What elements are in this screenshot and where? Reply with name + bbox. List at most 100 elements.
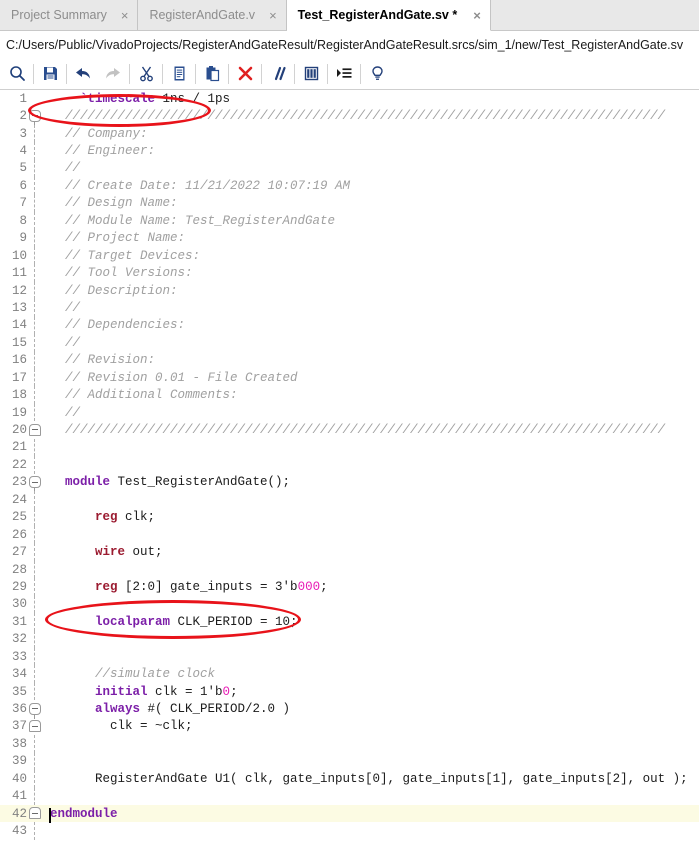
fold-toggle-icon[interactable]	[28, 702, 41, 719]
fold-gutter[interactable]	[27, 648, 44, 666]
fold-gutter[interactable]	[27, 543, 44, 561]
fold-gutter[interactable]	[27, 299, 44, 317]
code-line[interactable]: 2 //////////////////////////////////////…	[0, 107, 699, 126]
code-line[interactable]: 10 // Target Devices:	[0, 246, 699, 265]
fold-gutter[interactable]	[27, 316, 44, 335]
code-line[interactable]: 30	[0, 595, 699, 614]
code-line[interactable]: 39	[0, 752, 699, 771]
code-line[interactable]: 42 endmodule	[0, 804, 699, 823]
code-line[interactable]: 12 // Description:	[0, 281, 699, 300]
save-icon[interactable]	[35, 59, 65, 89]
fold-toggle-icon[interactable]	[28, 109, 41, 126]
code-line[interactable]: 33	[0, 648, 699, 666]
fold-gutter[interactable]	[27, 770, 44, 788]
code-line[interactable]: 38	[0, 735, 699, 753]
code-line[interactable]: 29 reg [2:0] gate_inputs = 3'b000;	[0, 578, 699, 596]
fold-gutter[interactable]	[27, 735, 44, 753]
code-line[interactable]: 14 // Dependencies:	[0, 316, 699, 335]
code-line[interactable]: 37 clk = ~clk;	[0, 718, 699, 735]
fold-gutter[interactable]	[27, 630, 44, 648]
code-line[interactable]: 15 //	[0, 334, 699, 352]
search-icon[interactable]	[2, 59, 32, 89]
fold-gutter[interactable]	[27, 752, 44, 771]
code-line[interactable]: 5 //	[0, 159, 699, 178]
code-line[interactable]: 9 // Project Name:	[0, 229, 699, 247]
editor-tab-active[interactable]: Test_RegisterAndGate.sv * ×	[286, 0, 491, 31]
fold-gutter[interactable]	[27, 264, 44, 282]
code-line[interactable]: 41	[0, 787, 699, 805]
fold-toggle-icon[interactable]	[28, 720, 41, 733]
code-line[interactable]: 31 localparam CLK_PERIOD = 10;	[0, 613, 699, 631]
code-line[interactable]: 19 //	[0, 403, 699, 422]
code-line[interactable]: 20 /////////////////////////////////////…	[0, 421, 699, 438]
fold-toggle-icon[interactable]	[28, 423, 41, 436]
fold-gutter[interactable]	[27, 456, 44, 474]
code-line[interactable]: 27 wire out;	[0, 543, 699, 561]
fold-gutter[interactable]	[27, 525, 44, 544]
code-line[interactable]: 34 //simulate clock	[0, 665, 699, 683]
indent-icon[interactable]	[329, 59, 359, 89]
comment-icon[interactable]	[263, 59, 293, 89]
fold-toggle-icon[interactable]	[28, 476, 41, 493]
code-line[interactable]: 8 // Module Name: Test_RegisterAndGate	[0, 212, 699, 230]
fold-gutter[interactable]	[27, 386, 44, 404]
cut-icon[interactable]	[131, 59, 161, 89]
code-line[interactable]: 1 `timescale 1ns / 1ps	[0, 90, 699, 107]
fold-gutter[interactable]	[27, 508, 44, 526]
fold-gutter[interactable]	[27, 177, 44, 195]
fold-toggle-icon[interactable]	[28, 807, 41, 820]
close-icon[interactable]: ×	[473, 9, 481, 22]
fold-gutter[interactable]	[27, 787, 44, 805]
fold-gutter[interactable]	[27, 700, 44, 719]
paste-icon[interactable]	[197, 59, 227, 89]
fold-gutter[interactable]	[27, 718, 44, 735]
fold-gutter[interactable]	[27, 142, 44, 160]
fold-gutter[interactable]	[27, 107, 44, 126]
code-line[interactable]: 16 // Revision:	[0, 351, 699, 369]
fold-gutter[interactable]	[27, 613, 44, 631]
code-line[interactable]: 17 // Revision 0.01 - File Created	[0, 369, 699, 387]
fold-gutter[interactable]	[27, 246, 44, 265]
code-line[interactable]: 11 // Tool Versions:	[0, 264, 699, 282]
code-editor-area[interactable]: 1 `timescale 1ns / 1ps 2 ////////////////…	[0, 90, 699, 861]
code-line[interactable]: 21	[0, 438, 699, 457]
fold-gutter[interactable]	[27, 229, 44, 247]
code-line[interactable]: 40 RegisterAndGate U1( clk, gate_inputs[…	[0, 770, 699, 788]
fold-gutter[interactable]	[27, 421, 44, 438]
editor-tab[interactable]: RegisterAndGate.v ×	[138, 0, 287, 30]
code-line[interactable]: 18 // Additional Comments:	[0, 386, 699, 404]
code-line[interactable]: 35 initial clk = 1'b0;	[0, 682, 699, 701]
fold-gutter[interactable]	[27, 212, 44, 230]
fold-gutter[interactable]	[27, 351, 44, 369]
code-line[interactable]: 36 always #( CLK_PERIOD/2.0 )	[0, 700, 699, 719]
fold-gutter[interactable]	[27, 194, 44, 213]
code-line[interactable]: 26	[0, 525, 699, 544]
fold-gutter[interactable]	[27, 90, 44, 107]
close-icon[interactable]: ×	[121, 9, 129, 22]
fold-gutter[interactable]	[27, 560, 44, 579]
editor-tab[interactable]: Project Summary ×	[0, 0, 139, 30]
code-line[interactable]: 13 //	[0, 299, 699, 317]
code-line[interactable]: 43	[0, 822, 699, 840]
delete-icon[interactable]	[230, 59, 260, 89]
fold-gutter[interactable]	[27, 491, 44, 509]
code-line[interactable]: 6 // Create Date: 11/21/2022 10:07:19 AM	[0, 177, 699, 195]
fold-gutter[interactable]	[27, 281, 44, 300]
fold-gutter[interactable]	[27, 595, 44, 614]
fold-gutter[interactable]	[27, 334, 44, 352]
fold-gutter[interactable]	[27, 474, 44, 493]
bulb-icon[interactable]	[362, 59, 392, 89]
code-line[interactable]: 7 // Design Name:	[0, 194, 699, 213]
fold-gutter[interactable]	[27, 403, 44, 422]
close-icon[interactable]: ×	[269, 9, 277, 22]
fold-gutter[interactable]	[27, 369, 44, 387]
fold-gutter[interactable]	[27, 578, 44, 596]
code-line[interactable]: 28	[0, 560, 699, 579]
columns-icon[interactable]	[296, 59, 326, 89]
copy-icon[interactable]	[164, 59, 194, 89]
fold-gutter[interactable]	[27, 805, 44, 822]
fold-gutter[interactable]	[27, 665, 44, 683]
code-line[interactable]: 23 module Test_RegisterAndGate();	[0, 474, 699, 493]
code-line[interactable]: 25 reg clk;	[0, 508, 699, 526]
code-line[interactable]: 22	[0, 456, 699, 474]
